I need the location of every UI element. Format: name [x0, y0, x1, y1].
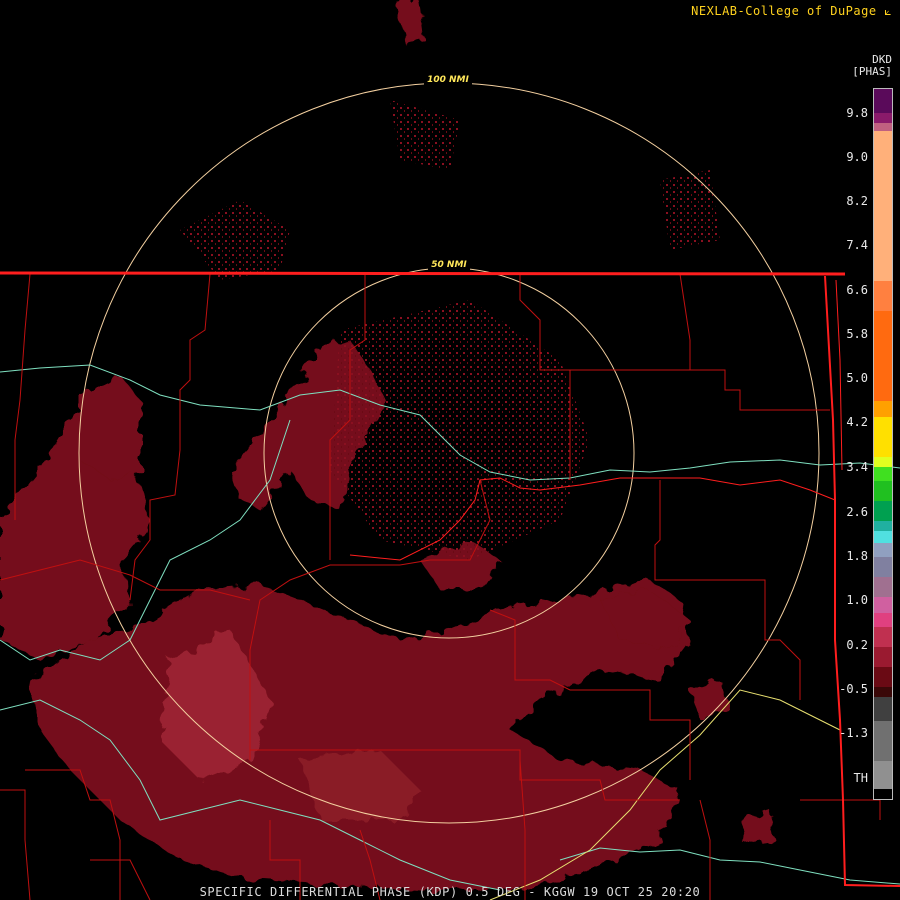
legend-label-9-0: 9.0 — [846, 150, 868, 164]
international-border — [0, 271, 846, 276]
radar-map: 100 NMI 50 NMI — [0, 0, 900, 900]
legend-label-6-6: 6.6 — [846, 283, 868, 297]
range-ring-inner-label: 50 NMI — [431, 260, 467, 270]
legend-label-5-8: 5.8 — [846, 327, 868, 341]
legend-label-4-2: 4.2 — [846, 415, 868, 429]
legend-label-minus-1-3: -1.3 — [839, 726, 868, 740]
legend-label-minus-0-5: -0.5 — [839, 682, 868, 696]
product-caption: SPECIFIC DIFFERENTIAL PHASE (KDP) 0.5 DE… — [199, 885, 701, 899]
legend-label-8-2: 8.2 — [846, 194, 868, 208]
legend-title: DKD [PHAS] — [822, 54, 892, 78]
state-border-east-inner — [835, 279, 843, 471]
legend-label-th: TH — [853, 771, 868, 785]
legend-label-5-0: 5.0 — [846, 371, 868, 385]
legend-label-1-0: 1.0 — [846, 593, 868, 607]
legend-units: [PHAS] — [852, 65, 892, 78]
legend-label-3-4: 3.4 — [846, 460, 868, 474]
legend-label-9-8: 9.8 — [846, 106, 868, 120]
legend-label-0-2: 0.2 — [846, 638, 868, 652]
color-scale — [873, 88, 893, 800]
legend-label-1-8: 1.8 — [846, 549, 868, 563]
range-ring-outer-label: 100 NMI — [427, 75, 469, 85]
legend-label-2-6: 2.6 — [846, 505, 868, 519]
credit-label: NEXLAB-College of DuPage ⟀ — [691, 4, 892, 18]
nexlab-logo-icon: ⟀ — [884, 4, 892, 18]
legend-label-7-4: 7.4 — [846, 238, 868, 252]
